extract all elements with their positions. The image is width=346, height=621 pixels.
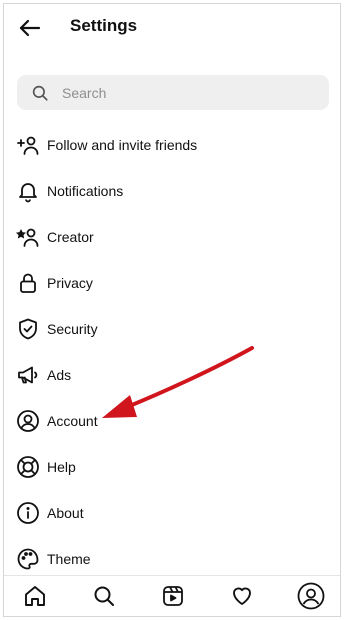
page-title: Settings — [70, 16, 138, 35]
account-icon — [15, 408, 41, 434]
bottom-nav-bar — [4, 575, 340, 616]
lock-icon — [15, 270, 41, 296]
menu-item-security[interactable]: Security — [4, 306, 340, 352]
menu-item-follow-invite[interactable]: Follow and invite friends — [4, 122, 340, 168]
profile-icon[interactable] — [297, 582, 325, 610]
menu-item-account[interactable]: Account — [4, 398, 340, 444]
search-icon — [32, 85, 48, 101]
reels-icon[interactable] — [161, 584, 185, 608]
settings-screen: Settings Search Follow and invite friend… — [3, 3, 341, 617]
bell-icon — [15, 178, 41, 204]
header: Settings — [4, 4, 340, 54]
menu-item-label: Notifications — [47, 183, 124, 199]
menu-item-label: Theme — [47, 551, 91, 567]
menu-item-label: Privacy — [47, 275, 93, 291]
search-input[interactable]: Search — [17, 75, 329, 110]
menu-item-ads[interactable]: Ads — [4, 352, 340, 398]
menu-item-about[interactable]: About — [4, 490, 340, 536]
menu-item-label: Creator — [47, 229, 94, 245]
search-placeholder: Search — [62, 84, 107, 101]
heart-icon[interactable] — [230, 584, 254, 608]
menu-item-label: About — [47, 505, 84, 521]
menu-item-creator[interactable]: Creator — [4, 214, 340, 260]
menu-item-help[interactable]: Help — [4, 444, 340, 490]
lifebuoy-icon — [15, 454, 41, 480]
home-icon[interactable] — [23, 584, 47, 608]
menu-item-label: Account — [47, 413, 98, 429]
menu-item-privacy[interactable]: Privacy — [4, 260, 340, 306]
add-person-icon — [15, 132, 41, 158]
palette-icon — [15, 546, 41, 572]
menu-item-label: Follow and invite friends — [47, 137, 198, 153]
creator-icon — [15, 224, 41, 250]
info-icon — [15, 500, 41, 526]
search-icon[interactable] — [92, 584, 116, 608]
back-arrow-icon[interactable] — [16, 14, 44, 42]
menu-item-notifications[interactable]: Notifications — [4, 168, 340, 214]
menu-item-label: Ads — [47, 367, 72, 383]
menu-item-label: Security — [47, 321, 98, 337]
menu-item-label: Help — [47, 459, 76, 475]
megaphone-icon — [15, 362, 41, 388]
shield-icon — [15, 316, 41, 342]
